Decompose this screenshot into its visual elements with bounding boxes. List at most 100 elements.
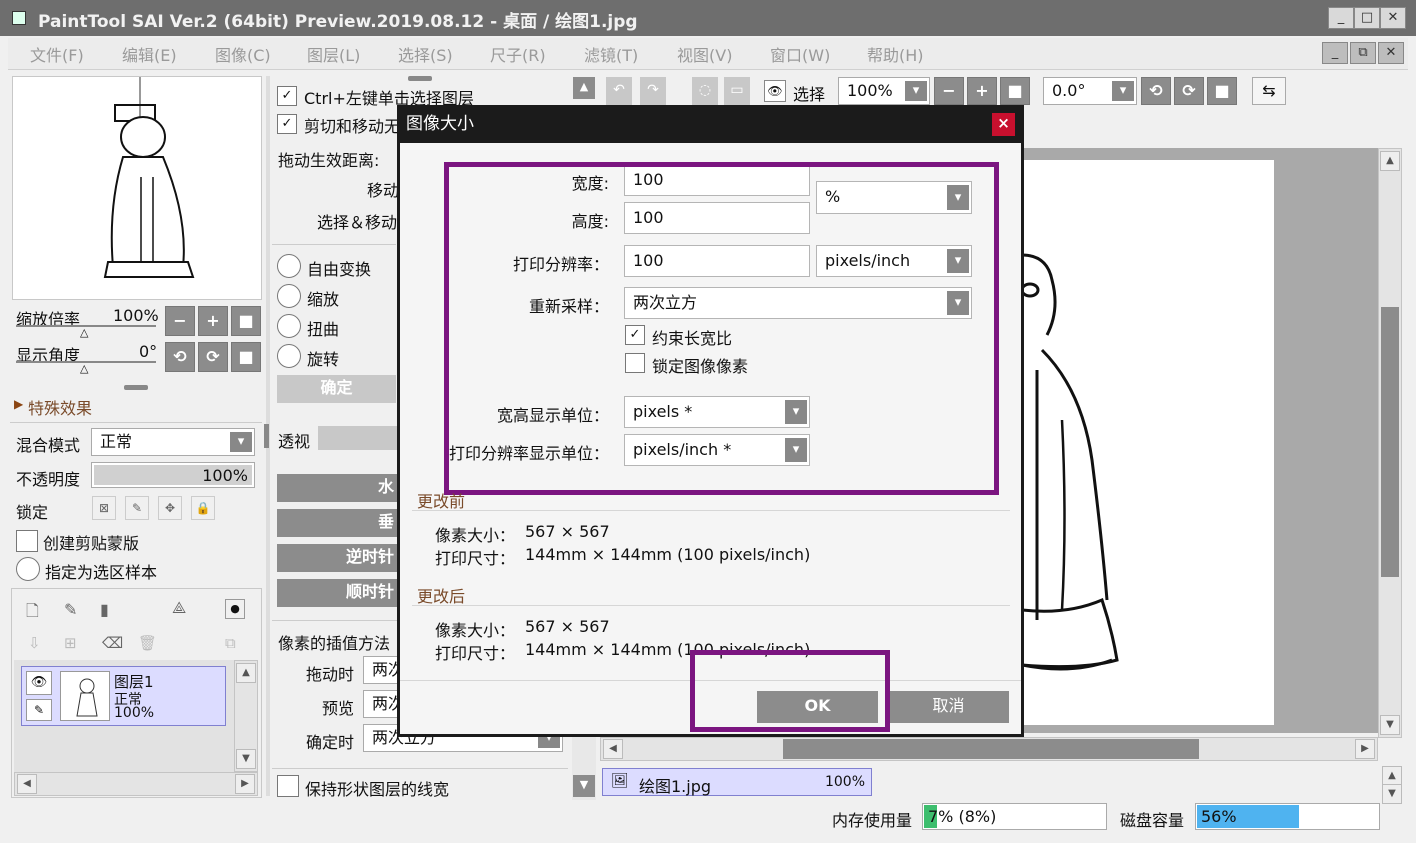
rotate-left-button[interactable]: ⟲ bbox=[165, 342, 195, 372]
rotate-ccw-button[interactable]: 逆时针 bbox=[277, 544, 398, 572]
perspective-slider[interactable] bbox=[318, 426, 398, 450]
toolbar-zoom-out-button[interactable]: − bbox=[934, 77, 964, 105]
blend-mode-select[interactable]: 正常 bbox=[91, 428, 255, 456]
opacity-slider[interactable]: 100% bbox=[91, 462, 255, 488]
navigator-preview[interactable] bbox=[12, 76, 262, 300]
redo-icon[interactable]: ↷ bbox=[640, 77, 666, 105]
angle-select[interactable]: 0.0° bbox=[1043, 77, 1137, 105]
copy-layer-icon[interactable]: ⊞ bbox=[64, 634, 77, 652]
dialog-close-button[interactable]: × bbox=[992, 113, 1015, 136]
scroll-left-icon[interactable]: ◀ bbox=[603, 739, 623, 759]
eye-icon[interactable]: 👁 bbox=[26, 671, 52, 695]
canvas-hscrollbar[interactable]: ◀ ▶ bbox=[600, 737, 1378, 761]
menu-view[interactable]: 视图(V) bbox=[677, 42, 732, 66]
lock-paint-icon[interactable]: ✎ bbox=[125, 496, 149, 520]
doc-close-button[interactable]: ✕ bbox=[1378, 42, 1404, 64]
menu-filter[interactable]: 滤镜(T) bbox=[584, 42, 638, 66]
invert-selection-icon[interactable]: ▭ bbox=[724, 77, 750, 105]
free-transform-radio[interactable] bbox=[277, 254, 301, 278]
undo-icon[interactable]: ↶ bbox=[606, 77, 632, 105]
expand-arrow-icon[interactable]: ▶ bbox=[14, 397, 23, 411]
toolbar-rotate-right-button[interactable]: ⟳ bbox=[1174, 77, 1204, 105]
mask-icon[interactable]: ● bbox=[225, 599, 245, 619]
new-folder-icon[interactable]: ▮ bbox=[100, 600, 109, 619]
cancel-button[interactable]: 取消 bbox=[888, 691, 1009, 723]
scroll-up-icon[interactable]: ▲ bbox=[1380, 151, 1400, 171]
menu-file[interactable]: 文件(F) bbox=[30, 42, 84, 66]
rotate-radio[interactable] bbox=[277, 344, 301, 368]
toolbar-scroll-up-icon[interactable]: ▲ bbox=[573, 77, 595, 99]
tool-panel-scrollbar[interactable] bbox=[264, 424, 269, 448]
menu-image[interactable]: 图像(C) bbox=[215, 42, 271, 66]
menu-window[interactable]: 窗口(W) bbox=[770, 42, 830, 66]
zoom-select[interactable]: 100% bbox=[838, 77, 930, 105]
minimize-button[interactable]: _ bbox=[1328, 7, 1354, 29]
app-icon bbox=[12, 11, 26, 25]
doc-restore-button[interactable]: ⧉ bbox=[1350, 42, 1376, 64]
canvas-hscroll-thumb[interactable] bbox=[783, 739, 1199, 759]
layer-list-scrollbar[interactable]: ▲ ▼ bbox=[234, 660, 258, 772]
new-pen-layer-icon[interactable]: ✎ bbox=[64, 600, 77, 619]
selection-source-radio[interactable] bbox=[16, 557, 40, 581]
canvas-vscroll-thumb[interactable] bbox=[1381, 307, 1399, 577]
keep-line-width-checkbox[interactable] bbox=[277, 775, 299, 797]
tool-panel-splitter[interactable] bbox=[408, 76, 432, 81]
panel-splitter[interactable] bbox=[124, 385, 148, 390]
zoom-slider-thumb[interactable]: △ bbox=[80, 326, 88, 339]
rotate-right-button[interactable]: ⟳ bbox=[198, 342, 228, 372]
eye-icon[interactable]: 👁 bbox=[764, 80, 786, 102]
ctrl-click-checkbox[interactable]: ✓ bbox=[277, 86, 297, 106]
menu-help[interactable]: 帮助(H) bbox=[867, 42, 924, 66]
lock-move-icon[interactable]: ✥ bbox=[158, 496, 182, 520]
document-tab[interactable]: 🖼 绘图1.jpg 100% bbox=[602, 768, 872, 796]
layer-list-hscrollbar[interactable]: ◀ ▶ bbox=[14, 772, 258, 796]
menu-layer[interactable]: 图层(L) bbox=[307, 42, 360, 66]
delete-layer-icon[interactable]: 🗑 bbox=[138, 634, 157, 652]
close-window-button[interactable]: ✕ bbox=[1380, 7, 1406, 29]
maximize-button[interactable]: □ bbox=[1354, 7, 1380, 29]
scroll-left-icon[interactable]: ◀ bbox=[17, 774, 37, 794]
new-layer-icon[interactable]: 🗋 bbox=[26, 600, 39, 627]
tabs-scroll-up-icon[interactable]: ▲ bbox=[1382, 766, 1402, 786]
scale-radio[interactable] bbox=[277, 284, 301, 308]
merge-down-icon[interactable]: ⇩ bbox=[28, 634, 41, 652]
effects-label[interactable]: 特殊效果 bbox=[28, 395, 92, 419]
scroll-right-icon[interactable]: ▶ bbox=[1355, 739, 1375, 759]
angle-slider-thumb[interactable]: △ bbox=[80, 362, 88, 375]
cut-move-checkbox[interactable]: ✓ bbox=[277, 114, 297, 134]
scroll-down-icon[interactable]: ▼ bbox=[1380, 715, 1400, 735]
menu-ruler[interactable]: 尺子(R) bbox=[490, 42, 546, 66]
flip-horizontal-button[interactable]: 水 bbox=[277, 474, 398, 502]
lock-all-icon[interactable]: 🔒 bbox=[191, 496, 215, 520]
apply-mask-icon[interactable]: ⧉ bbox=[225, 634, 236, 652]
canvas-vscrollbar[interactable]: ▲ ▼ bbox=[1378, 148, 1402, 738]
toolbar-zoom-in-button[interactable]: + bbox=[967, 77, 997, 105]
clip-mask-checkbox[interactable] bbox=[16, 530, 38, 552]
canvas-paper[interactable] bbox=[1020, 160, 1274, 725]
toolbar-rotate-reset-button[interactable]: ■ bbox=[1207, 77, 1237, 105]
layer-row[interactable]: 👁 ✎ 图层1 正常 100% bbox=[21, 666, 226, 726]
toolbar-rotate-left-button[interactable]: ⟲ bbox=[1141, 77, 1171, 105]
doc-minimize-button[interactable]: _ bbox=[1322, 42, 1348, 64]
zoom-in-button[interactable]: + bbox=[198, 306, 228, 336]
clear-layer-icon[interactable]: ⌫ bbox=[102, 634, 123, 652]
shape-layer-icon[interactable]: ⟁ bbox=[172, 598, 186, 618]
scroll-down-icon[interactable]: ▼ bbox=[236, 749, 256, 769]
tabs-scroll-down-icon[interactable]: ▼ bbox=[1382, 784, 1402, 804]
rotate-reset-button[interactable]: ■ bbox=[231, 342, 261, 372]
flip-view-icon[interactable]: ⇆ bbox=[1252, 77, 1286, 105]
zoom-reset-button[interactable]: ■ bbox=[231, 306, 261, 336]
transform-ok-button[interactable]: 确定 bbox=[277, 375, 396, 403]
deselect-icon[interactable]: ◌ bbox=[692, 77, 718, 105]
scroll-right-icon[interactable]: ▶ bbox=[235, 774, 255, 794]
flip-vertical-button[interactable]: 垂 bbox=[277, 509, 398, 537]
menu-select[interactable]: 选择(S) bbox=[398, 42, 453, 66]
scroll-up-icon[interactable]: ▲ bbox=[236, 663, 256, 683]
rotate-cw-button[interactable]: 顺时针 bbox=[277, 579, 398, 607]
lock-transparency-icon[interactable]: ⊠ bbox=[92, 496, 116, 520]
distort-radio[interactable] bbox=[277, 314, 301, 338]
toolbar-zoom-reset-button[interactable]: ■ bbox=[1000, 77, 1030, 105]
toolbar-scroll-down-icon[interactable]: ▼ bbox=[573, 775, 595, 797]
menu-edit[interactable]: 编辑(E) bbox=[122, 42, 177, 66]
zoom-out-button[interactable]: − bbox=[165, 306, 195, 336]
